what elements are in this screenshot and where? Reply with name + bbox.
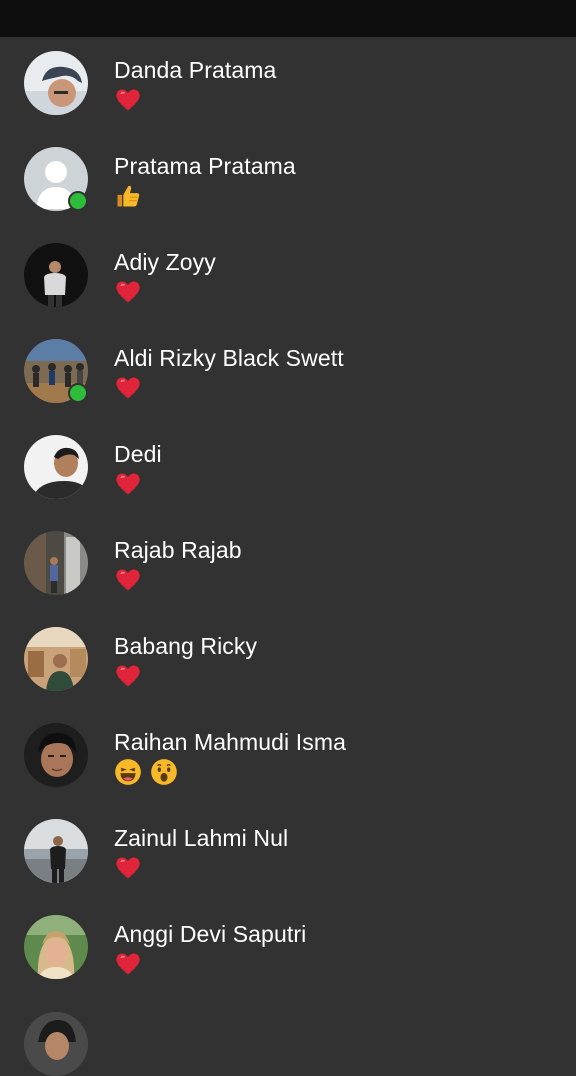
list-item[interactable]: Raihan Mahmudi Isma (0, 709, 576, 805)
haha-icon (115, 759, 141, 785)
reaction-group (114, 86, 142, 114)
list-item[interactable]: Pratama Pratama (0, 133, 576, 229)
list-item[interactable]: Danda Pratama (0, 37, 576, 133)
user-name[interactable]: Dedi (114, 441, 162, 468)
reaction-group (114, 470, 142, 498)
status-bar (0, 0, 576, 37)
reaction-group (114, 566, 142, 594)
user-name[interactable]: Pratama Pratama (114, 153, 296, 180)
list-item[interactable]: Babang Ricky (0, 613, 576, 709)
heart-icon (116, 377, 140, 399)
avatar[interactable] (24, 1012, 88, 1076)
user-name[interactable]: Aldi Rizky Black Swett (114, 345, 344, 372)
list-item[interactable]: Zainul Lahmi Nul (0, 805, 576, 901)
reaction-group (114, 758, 178, 786)
avatar[interactable] (24, 627, 88, 691)
avatar[interactable] (24, 243, 88, 307)
reaction-group (114, 278, 142, 306)
avatar[interactable] (24, 51, 88, 115)
avatar[interactable] (24, 435, 88, 499)
user-name[interactable]: Zainul Lahmi Nul (114, 825, 288, 852)
heart-icon (116, 953, 140, 975)
list-item[interactable]: Dedi (0, 421, 576, 517)
list-item[interactable]: Anggi Devi Saputri (0, 901, 576, 997)
online-status-dot (68, 191, 88, 211)
avatar[interactable] (24, 723, 88, 787)
user-name[interactable]: Adiy Zoyy (114, 249, 216, 276)
heart-icon (116, 473, 140, 495)
wow-icon (151, 759, 177, 785)
heart-icon (116, 281, 140, 303)
user-name[interactable]: Anggi Devi Saputri (114, 921, 306, 948)
user-name[interactable]: Babang Ricky (114, 633, 257, 660)
heart-icon (116, 665, 140, 687)
reactions-list: Danda Pratama Pratama Pratama Adiy Zoyy … (0, 37, 576, 997)
list-item[interactable]: Rajab Rajab (0, 517, 576, 613)
user-name[interactable]: Danda Pratama (114, 57, 276, 84)
heart-icon (116, 569, 140, 591)
reaction-group (114, 662, 142, 690)
avatar[interactable] (24, 915, 88, 979)
heart-icon (116, 857, 140, 879)
reaction-group (114, 374, 142, 402)
user-name[interactable]: Raihan Mahmudi Isma (114, 729, 346, 756)
avatar[interactable] (24, 819, 88, 883)
heart-icon (116, 89, 140, 111)
online-status-dot (68, 383, 88, 403)
list-item[interactable]: Aldi Rizky Black Swett (0, 325, 576, 421)
avatar[interactable] (24, 531, 88, 595)
user-name[interactable]: Rajab Rajab (114, 537, 242, 564)
list-item[interactable]: Adiy Zoyy (0, 229, 576, 325)
thumbs-up-icon (117, 185, 140, 207)
reaction-group (114, 854, 142, 882)
reaction-group (114, 950, 142, 978)
reaction-group (114, 182, 142, 210)
